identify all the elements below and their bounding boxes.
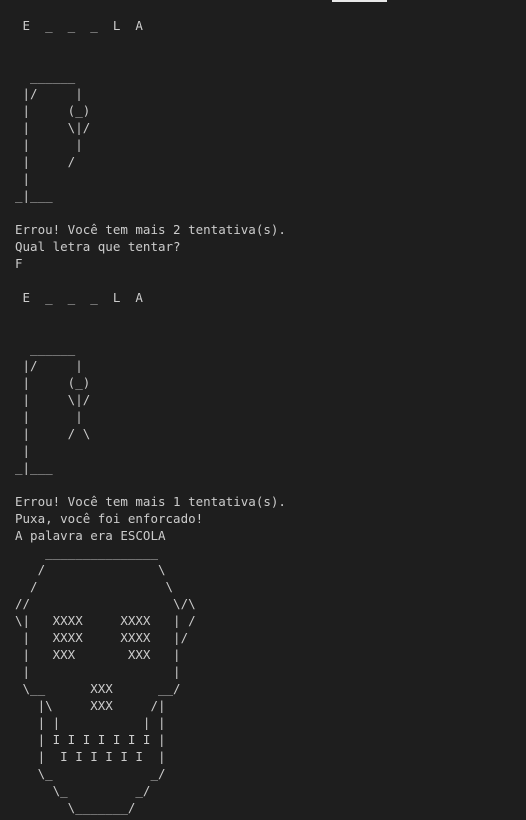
console-output: E _ _ _ L A ______ |/ | | (_) | \|/ | | … xyxy=(15,0,286,820)
console-line: | | | | xyxy=(15,715,166,730)
console-line: | \|/ xyxy=(15,392,91,407)
console-line: Qual letra que tentar? xyxy=(15,239,181,254)
console-line: \__ XXX __/ xyxy=(15,681,181,696)
console-line: | (_) xyxy=(15,103,91,118)
console-line: A palavra era ESCOLA xyxy=(15,528,166,543)
console-line: // \/\ xyxy=(15,596,196,611)
scroll-indicator xyxy=(332,0,387,2)
console-line: / \ xyxy=(15,579,174,594)
console-line: / \ xyxy=(15,562,166,577)
console-line: | \|/ xyxy=(15,120,91,135)
console-line: F xyxy=(15,256,23,271)
console-line: | | xyxy=(15,664,181,679)
console-line: | / xyxy=(15,154,76,169)
console-line: _|___ xyxy=(15,460,53,475)
console-line: Errou! Você tem mais 2 tentativa(s). xyxy=(15,222,286,237)
console-line: |/ | xyxy=(15,358,83,373)
console-line: \_ _/ xyxy=(15,783,151,798)
console-line: \_ _/ xyxy=(15,766,166,781)
console-line: | / \ xyxy=(15,426,91,441)
console-line: | XXX XXX | xyxy=(15,647,181,662)
console-line: | | xyxy=(15,409,83,424)
console-line: _______________ xyxy=(15,545,158,560)
terminal-window[interactable]: E _ _ _ L A ______ |/ | | (_) | \|/ | | … xyxy=(0,0,526,820)
console-line: _|___ xyxy=(15,188,53,203)
console-line: | XXXX XXXX |/ xyxy=(15,630,189,645)
console-line: | (_) xyxy=(15,375,91,390)
console-line: |/ | xyxy=(15,86,83,101)
console-line: | xyxy=(15,443,31,458)
console-line: \| XXXX XXXX | / xyxy=(15,613,196,628)
console-line: \_______/ xyxy=(15,800,136,815)
console-line: ______ xyxy=(15,341,76,356)
console-line: | | xyxy=(15,137,83,152)
console-line: |\ XXX /| xyxy=(15,698,166,713)
console-line: Puxa, você foi enforcado! xyxy=(15,511,204,526)
console-line: | I I I I I I | xyxy=(15,749,166,764)
console-line: Errou! Você tem mais 1 tentativa(s). xyxy=(15,494,286,509)
console-line: E _ _ _ L A xyxy=(15,290,143,305)
console-line: ______ xyxy=(15,69,76,84)
console-line: | xyxy=(15,171,31,186)
console-line: | I I I I I I I | xyxy=(15,732,166,747)
console-line: E _ _ _ L A xyxy=(15,18,143,33)
